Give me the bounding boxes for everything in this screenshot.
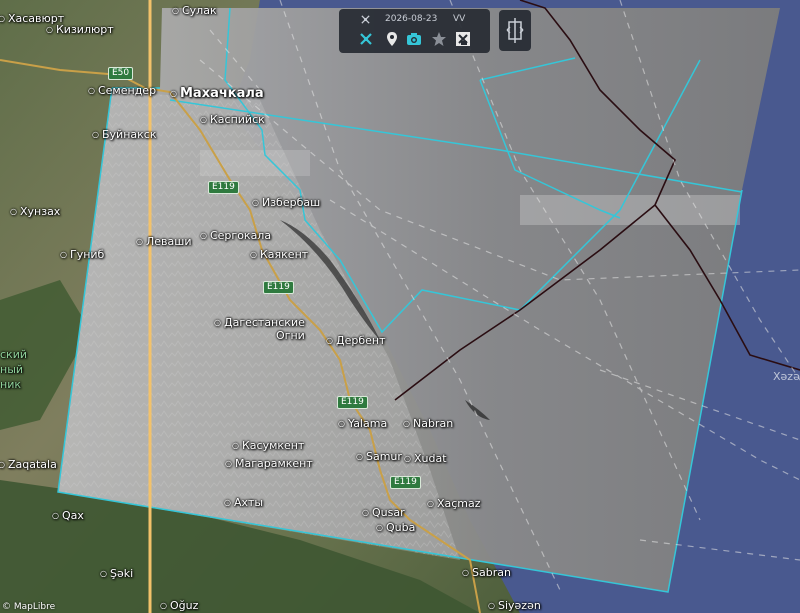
- label-makhachkala: Махачкала: [170, 86, 264, 101]
- satellite-icon: [361, 15, 370, 24]
- star-icon[interactable]: [431, 31, 447, 47]
- label-zaqatala: Zaqatala: [0, 458, 57, 471]
- label-dag-ogni-2: Огни: [276, 329, 305, 342]
- road-shield-e119: E119: [337, 396, 368, 409]
- label-seki: Şəki: [100, 567, 133, 580]
- label-izberbash: Избербаш: [252, 196, 320, 209]
- label-xezer: Xəzə: [773, 370, 800, 383]
- label-qusar: Qusar: [362, 506, 405, 519]
- road-shield-e50: E50: [108, 67, 134, 80]
- split-compare-icon: [506, 18, 524, 43]
- label-yalama: Yalama: [338, 417, 387, 430]
- label-sabran: Sabran: [462, 566, 511, 579]
- acquisition-date: 2026-08-23: [385, 14, 438, 24]
- sar-stripe-2: [200, 150, 310, 176]
- label-samur: Samur: [356, 450, 402, 463]
- road-shield-e119: E119: [263, 281, 294, 294]
- label-dag-ogni: Дагестанские: [214, 316, 305, 329]
- label-kizilyurt: Кизилюрт: [46, 23, 114, 36]
- label-semender: Семендер: [88, 84, 156, 97]
- camera-icon[interactable]: [406, 31, 422, 47]
- label-buynaksk: Буйнакск: [92, 128, 156, 141]
- road-shield-e119: E119: [208, 181, 239, 194]
- toolbar-info-row: 2026-08-23 VV: [339, 12, 490, 28]
- label-siyazen: Siyəzən: [488, 599, 541, 612]
- label-derbent: Дербент: [326, 334, 386, 347]
- label-magaramkent: Магарамкент: [225, 457, 313, 470]
- road-shield-e119: E119: [390, 476, 421, 489]
- label-kaspiysk: Каспийск: [200, 113, 265, 126]
- label-khunzakh: Хунзах: [10, 205, 60, 218]
- label-kasumkent: Касумкент: [232, 439, 304, 452]
- label-reserve-3: ник: [0, 378, 21, 391]
- label-levashi: Леваши: [136, 235, 191, 248]
- sar-layer-icon[interactable]: [455, 31, 471, 47]
- map-attribution[interactable]: © MapLibre: [2, 602, 55, 612]
- label-xacmaz: Xaçmaz: [427, 497, 481, 510]
- label-reserve-1: ский: [0, 348, 27, 361]
- label-nabran: Nabran: [403, 417, 453, 430]
- label-gunib: Гуниб: [60, 248, 104, 261]
- polarization-mode: VV: [453, 14, 466, 24]
- top-toolbar: 2026-08-23 VV: [339, 9, 490, 53]
- label-qax: Qax: [52, 509, 84, 522]
- location-pin-icon[interactable]: [384, 31, 400, 47]
- label-akhty: Ахты: [224, 496, 263, 509]
- label-reserve-2: ный: [0, 363, 24, 376]
- tools-icon[interactable]: [358, 31, 374, 47]
- label-oguz: Oğuz: [160, 599, 198, 612]
- label-kayakent: Каякент: [250, 248, 308, 261]
- split-compare-button[interactable]: [499, 10, 531, 51]
- label-sergokala: Сергокала: [200, 229, 271, 242]
- sar-stripe: [520, 195, 740, 225]
- label-sulak: Сулак: [172, 4, 217, 17]
- label-quba: Quba: [376, 521, 415, 534]
- label-xudat: Xudat: [404, 452, 447, 465]
